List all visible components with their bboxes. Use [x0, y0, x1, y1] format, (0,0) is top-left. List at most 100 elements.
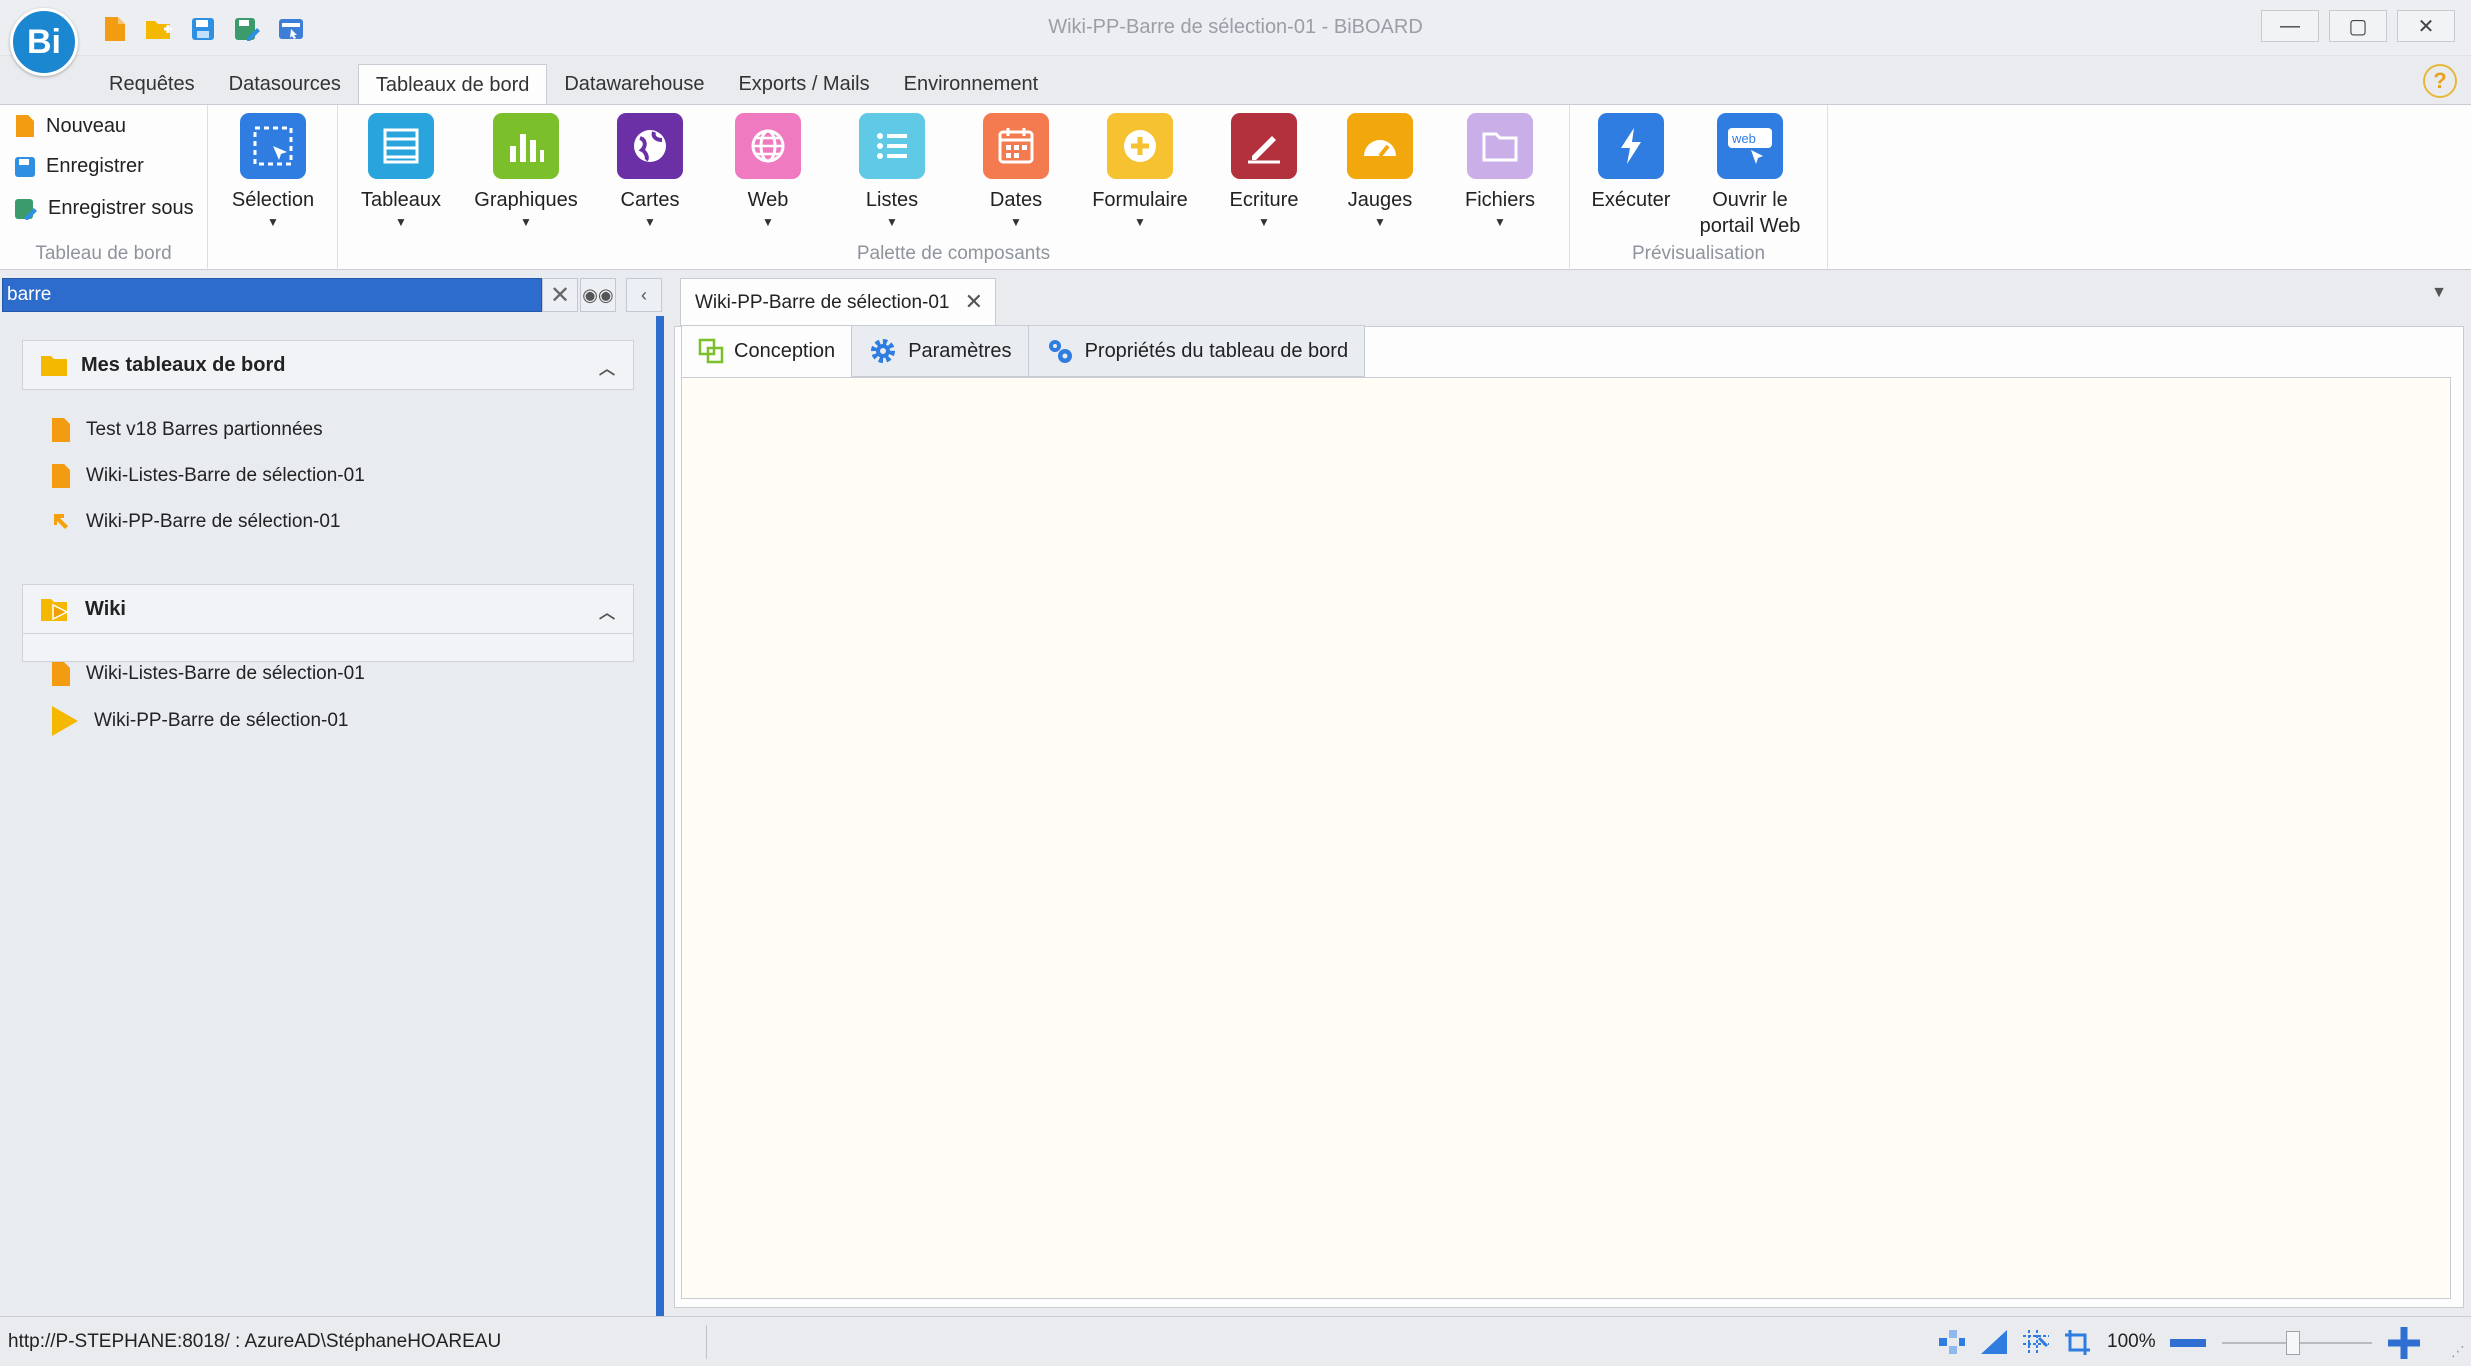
tab-conception[interactable]: Conception: [681, 325, 853, 377]
web-button[interactable]: Web ▼: [713, 113, 823, 229]
status-separator: [706, 1325, 707, 1359]
maximize-button[interactable]: ▢: [2329, 10, 2387, 42]
new-label: Nouveau: [46, 114, 127, 137]
chevron-down-icon: ▼: [1010, 215, 1022, 229]
web-portal-icon: web: [1717, 113, 1783, 179]
close-icon: ✕: [2417, 15, 2435, 38]
web-globe-icon: [735, 113, 801, 179]
design-canvas[interactable]: [681, 377, 2451, 1299]
chevron-left-icon: ‹: [641, 284, 647, 305]
charts-button[interactable]: Graphiques ▼: [471, 113, 581, 229]
tree-item[interactable]: Wiki-PP-Barre de sélection-01: [50, 508, 340, 536]
status-bar: http://P-STEPHANE:8018/ : AzureAD\Stépha…: [0, 1316, 2471, 1366]
dashboard-group-label: Tableau de bord: [35, 243, 172, 264]
panel-splitter[interactable]: [664, 272, 674, 1316]
connection-status: http://P-STEPHANE:8018/ : AzureAD\Stépha…: [8, 1331, 502, 1352]
zoom-slider-thumb[interactable]: [2286, 1331, 2300, 1355]
form-button[interactable]: Formulaire ▼: [1085, 113, 1195, 229]
tab-requetes[interactable]: Requêtes: [92, 64, 212, 104]
dashboard-file-icon: [52, 464, 70, 488]
tab-tableaux-de-bord[interactable]: Tableaux de bord: [357, 64, 548, 104]
panel-active-border: [656, 316, 664, 1316]
app-logo[interactable]: Bi: [10, 8, 78, 76]
writing-button[interactable]: Ecriture ▼: [1209, 113, 1319, 229]
chevron-down-icon: ▼: [1258, 215, 1270, 229]
open-web-portal-button[interactable]: web Ouvrir le portail Web: [1695, 113, 1805, 239]
dashboard-file-icon: [52, 418, 70, 442]
new-button[interactable]: Nouveau: [14, 113, 126, 139]
gears-icon: [1048, 340, 1072, 363]
window-controls: — ▢ ✕: [2261, 10, 2455, 42]
charts-icon: [493, 113, 559, 179]
resize-grip-icon[interactable]: ⋰: [2451, 1343, 2465, 1360]
tables-button[interactable]: Tableaux ▼: [346, 113, 456, 229]
execute-button[interactable]: Exécuter: [1576, 113, 1686, 213]
tree-item-label: Wiki-PP-Barre de sélection-01: [94, 710, 349, 731]
minimize-button[interactable]: —: [2261, 10, 2319, 42]
tree-item-label: Wiki-Listes-Barre de sélection-01: [86, 465, 365, 486]
align-icon[interactable]: [1936, 1327, 1968, 1357]
dates-button[interactable]: Dates ▼: [961, 113, 1071, 229]
resize-diagonal-icon[interactable]: [1978, 1327, 2010, 1357]
tab-label: Propriétés du tableau de bord: [1084, 339, 1349, 362]
files-button[interactable]: Fichiers ▼: [1445, 113, 1555, 229]
selection-label: Sélection: [231, 189, 315, 211]
tab-exports-mails[interactable]: Exports / Mails: [721, 64, 886, 104]
tab-parametres[interactable]: Paramètres: [851, 325, 1029, 377]
tree-item[interactable]: Wiki-Listes-Barre de sélection-01: [50, 462, 365, 490]
grid-icon[interactable]: [2020, 1327, 2052, 1357]
tab-datawarehouse[interactable]: Datawarehouse: [547, 64, 721, 104]
chevron-down-icon: ▼: [644, 215, 656, 229]
help-icon[interactable]: ?: [2423, 64, 2457, 98]
layout-tools: [1936, 1327, 2094, 1357]
collapse-panel-button[interactable]: ‹: [626, 278, 662, 312]
lightning-icon: [1598, 113, 1664, 179]
binoculars-icon: ◉◉: [582, 284, 614, 305]
tab-datasources[interactable]: Datasources: [212, 64, 358, 104]
gear-icon: [871, 339, 896, 363]
tree-item[interactable]: Wiki-Listes-Barre de sélection-01: [50, 660, 365, 688]
save-as-button[interactable]: Enregistrer sous: [14, 197, 194, 220]
find-button[interactable]: ◉◉: [580, 278, 616, 312]
section-wiki[interactable]: Wiki ︿: [22, 584, 634, 634]
save-as-icon: [15, 198, 37, 220]
chevron-down-icon: ▼: [762, 215, 774, 229]
tree-item[interactable]: Test v18 Barres partionnées: [50, 416, 323, 444]
writing-label: Ecriture: [1229, 189, 1299, 211]
clear-search-button[interactable]: ✕: [542, 278, 578, 312]
close-button[interactable]: ✕: [2397, 10, 2455, 42]
chevron-down-icon: ▼: [395, 215, 407, 229]
section-title: Wiki: [85, 597, 126, 620]
preview-group: Exécuter web Ouvrir le portail Web Prévis…: [1570, 105, 1828, 271]
design-icon: [698, 338, 724, 364]
tab-environnement[interactable]: Environnement: [887, 64, 1056, 104]
plus-icon: [2388, 1327, 2420, 1359]
lists-button[interactable]: Listes ▼: [837, 113, 947, 229]
window-title: Wiki-PP-Barre de sélection-01 - BiBOARD: [1048, 16, 1423, 38]
chevron-down-icon: ▼: [1374, 215, 1386, 229]
document-tab-title: Wiki-PP-Barre de sélection-01: [695, 291, 950, 313]
tree-item[interactable]: Wiki-PP-Barre de sélection-01: [50, 704, 348, 738]
gauges-button[interactable]: Jauges ▼: [1325, 113, 1435, 229]
save-label: Enregistrer: [46, 155, 144, 177]
search-input[interactable]: [2, 278, 542, 312]
list-icon: [859, 113, 925, 179]
zoom-in-button[interactable]: [2386, 1325, 2422, 1361]
crop-icon[interactable]: [2062, 1327, 2094, 1357]
chevron-up-icon[interactable]: ︿: [599, 599, 615, 623]
lists-label: Listes: [865, 189, 919, 211]
document-tab[interactable]: Wiki-PP-Barre de sélection-01 ✕: [680, 278, 996, 326]
save-button[interactable]: Enregistrer: [14, 155, 144, 178]
maps-button[interactable]: Cartes ▼: [595, 113, 705, 229]
tab-proprietes[interactable]: Propriétés du tableau de bord: [1027, 325, 1366, 377]
calendar-icon: [983, 113, 1049, 179]
tree-item-label: Wiki-PP-Barre de sélection-01: [86, 511, 341, 532]
selection-button[interactable]: Sélection ▼: [218, 113, 328, 229]
close-tab-icon[interactable]: ✕: [965, 289, 983, 315]
zoom-out-button[interactable]: [2170, 1339, 2206, 1347]
tab-list-dropdown-icon[interactable]: ▼: [2431, 284, 2447, 302]
clear-icon: ✕: [549, 281, 571, 309]
wiki-folder-icon: [41, 599, 69, 621]
chevron-up-icon[interactable]: ︿: [599, 355, 615, 379]
section-my-dashboards[interactable]: Mes tableaux de bord ︿: [22, 340, 634, 390]
